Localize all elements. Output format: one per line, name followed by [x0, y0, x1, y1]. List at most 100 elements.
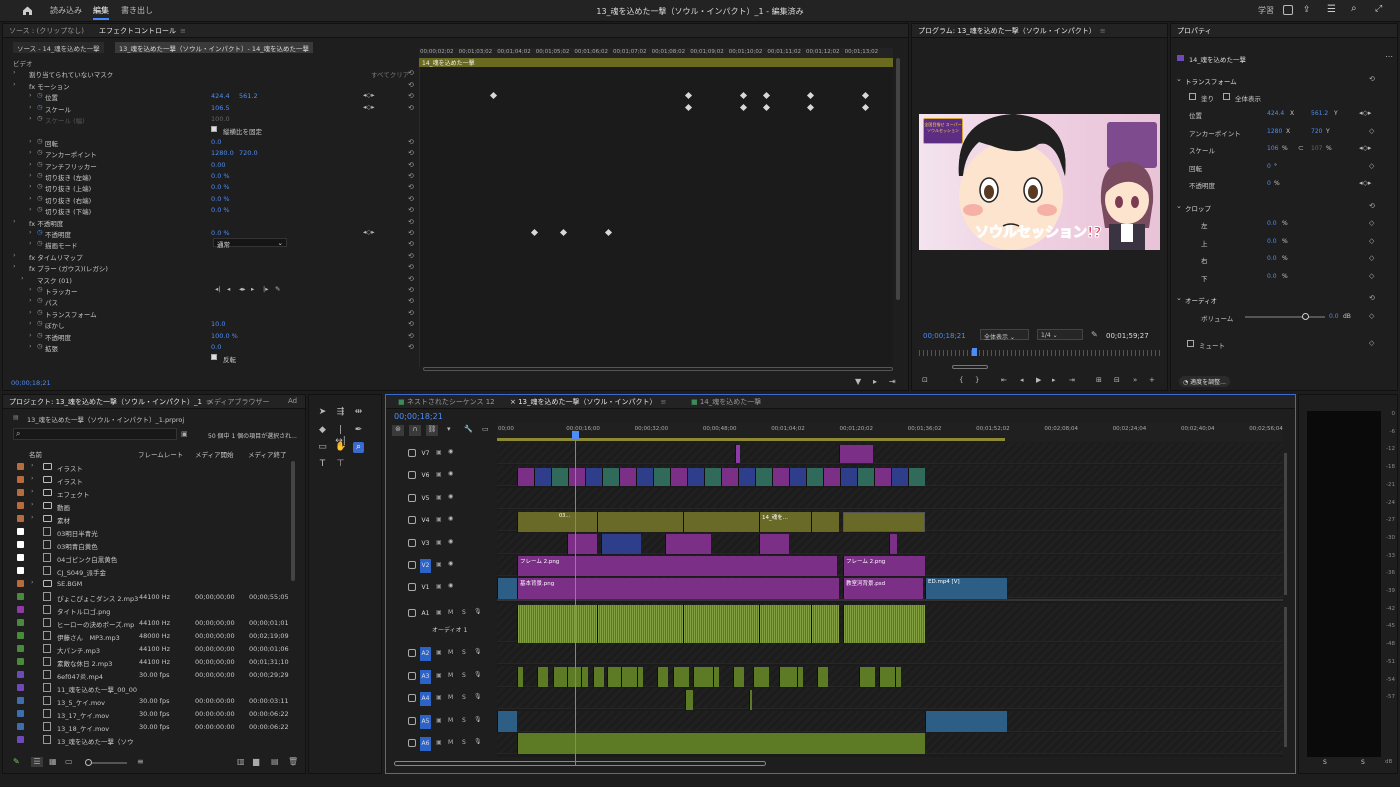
clip[interactable] — [585, 468, 602, 486]
keyframe-toggle-icon[interactable]: ◇ — [1369, 162, 1374, 170]
clip[interactable] — [840, 468, 857, 486]
add-marker-icon[interactable]: ▾ — [447, 425, 451, 433]
track-lock-icon[interactable] — [408, 449, 416, 457]
vertical-type-tool-icon[interactable]: ⊤ — [335, 459, 346, 470]
play-icon[interactable]: ▶ — [1036, 376, 1041, 384]
label-swatch[interactable] — [17, 684, 24, 691]
volume-slider-handle[interactable] — [1302, 313, 1309, 320]
track-target[interactable]: A5 — [420, 714, 431, 729]
tab-edit[interactable]: 編集 — [93, 5, 109, 20]
share-icon[interactable]: ⇪ — [1303, 5, 1311, 15]
timeline-playhead[interactable] — [575, 431, 576, 765]
reset-icon[interactable]: ⟲ — [408, 297, 416, 305]
stopwatch-icon[interactable]: ◷ — [37, 114, 43, 122]
project-item[interactable]: 13_魂を込めた一撃（ソウ — [13, 733, 298, 746]
project-item[interactable]: 04ゴピンク白黒黄色 — [13, 551, 298, 564]
label-swatch[interactable] — [17, 515, 24, 522]
reset-icon[interactable]: ⟲ — [408, 149, 416, 157]
clip[interactable] — [908, 468, 925, 486]
project-item[interactable]: › イラスト — [13, 473, 298, 486]
keyframe[interactable] — [739, 103, 748, 111]
clip[interactable] — [891, 468, 908, 486]
section-chevron-icon[interactable]: ⌄ — [1176, 202, 1182, 210]
expand-chevron-icon[interactable]: › — [29, 239, 32, 247]
wrench-icon[interactable]: ✎ — [1091, 330, 1098, 339]
track-target[interactable]: V5 — [420, 492, 431, 506]
track-lock-icon[interactable] — [408, 671, 416, 680]
zoom-tool-icon[interactable]: ⌕ — [353, 442, 364, 453]
keyframe[interactable] — [806, 103, 815, 111]
property-value[interactable]: 424.4 — [1267, 110, 1284, 117]
project-item[interactable]: › 動画 — [13, 499, 298, 512]
expand-chevron-icon[interactable]: › — [31, 461, 34, 469]
keyframe[interactable] — [861, 92, 870, 100]
step-forward-icon[interactable]: ▸ — [1052, 376, 1056, 384]
reset-icon[interactable]: ⟲ — [408, 286, 416, 294]
keyframe[interactable] — [489, 92, 498, 100]
tab-effect-controls[interactable]: エフェクトコントロール ≡ — [99, 26, 186, 36]
link-icon[interactable]: ⊂ — [1298, 144, 1304, 152]
track-lock-icon[interactable] — [408, 583, 416, 592]
zoom-slider-handle[interactable] — [85, 759, 92, 766]
project-item[interactable]: 03明青白黄色 — [13, 538, 298, 551]
keyframe-nav-icon[interactable]: ◂◇▸ — [1359, 144, 1371, 152]
eye-icon[interactable]: ◉ — [448, 560, 453, 567]
label-swatch[interactable] — [17, 541, 24, 548]
reset-icon[interactable]: ⟲ — [408, 229, 416, 237]
sync-lock-icon[interactable]: ▣ — [436, 649, 442, 656]
project-search-field[interactable]: ⌕ — [13, 428, 177, 440]
property-value[interactable]: 0 — [1267, 180, 1271, 187]
expand-chevron-icon[interactable]: › — [13, 262, 16, 270]
program-menu-icon[interactable]: ≡ — [1100, 27, 1106, 35]
mute-track-button[interactable]: M — [448, 739, 453, 746]
label-swatch[interactable] — [17, 632, 24, 639]
keyframe-nav-icon[interactable]: ◂◇▸ — [363, 91, 375, 99]
home-icon[interactable] — [22, 5, 33, 16]
tab-ad[interactable]: Ad — [288, 397, 297, 405]
mic-icon[interactable]: 🎙 — [474, 738, 482, 745]
property-value-2[interactable]: 720 — [1311, 128, 1322, 135]
timeline-settings-icon[interactable]: 🔧 — [464, 425, 473, 433]
meter-channel-left[interactable]: S — [1323, 759, 1327, 766]
reset-icon[interactable]: ⟲ — [408, 252, 416, 260]
linked-selection-icon[interactable]: ⛓ — [426, 425, 438, 436]
mic-icon[interactable]: 🎙 — [474, 648, 482, 655]
keyframe[interactable] — [806, 92, 815, 100]
sync-lock-icon[interactable]: ▣ — [436, 739, 442, 746]
marker-icon[interactable]: ⊡ — [922, 376, 928, 384]
clip[interactable] — [619, 468, 636, 486]
zoom-slider[interactable] — [85, 759, 127, 766]
search-icon[interactable]: ⌕ — [1351, 3, 1357, 14]
expand-chevron-icon[interactable]: › — [13, 251, 16, 259]
expand-chevron-icon[interactable]: › — [29, 91, 32, 99]
label-swatch[interactable] — [17, 658, 24, 665]
tracker-control-icon[interactable]: ◂| — [215, 285, 220, 293]
clip[interactable] — [567, 534, 597, 554]
freeform-view-icon[interactable]: ▭ — [65, 757, 73, 766]
nest-icon[interactable]: ⊛ — [392, 425, 404, 436]
expand-chevron-icon[interactable]: › — [29, 319, 32, 327]
crop-value[interactable]: 0.0 — [1267, 273, 1277, 280]
expand-chevron-icon[interactable]: › — [31, 500, 34, 508]
track-target[interactable]: A4 — [420, 692, 431, 707]
clip[interactable] — [534, 468, 551, 486]
project-item[interactable]: › エフェクト — [13, 486, 298, 499]
program-zoom-scrollbar[interactable] — [952, 365, 988, 369]
sequence-menu-icon[interactable]: ≡ — [661, 398, 667, 406]
clip[interactable] — [597, 512, 683, 532]
stopwatch-icon[interactable]: ◷ — [37, 205, 43, 213]
tab-source[interactable]: ソース : (クリップなし) — [9, 26, 84, 36]
clip[interactable] — [687, 468, 704, 486]
audio-clip[interactable] — [925, 711, 1007, 732]
audio-clip[interactable] — [685, 690, 693, 710]
project-item[interactable]: ヒーローの決めポーズ.mp 44100 Hz 00;00;00;00 00;00;01… — [13, 616, 298, 629]
clip[interactable] — [568, 468, 585, 486]
effect-value[interactable]: 0.0 % — [211, 229, 230, 237]
track-target[interactable]: V6 — [420, 469, 431, 483]
label-swatch[interactable] — [17, 710, 24, 717]
fit-select[interactable]: 全体表示 ⌄ — [980, 329, 1029, 341]
label-swatch[interactable] — [17, 593, 24, 600]
track-target[interactable]: A1 — [420, 607, 431, 621]
sync-lock-icon[interactable]: ▣ — [436, 609, 442, 616]
clip[interactable] — [889, 534, 897, 554]
